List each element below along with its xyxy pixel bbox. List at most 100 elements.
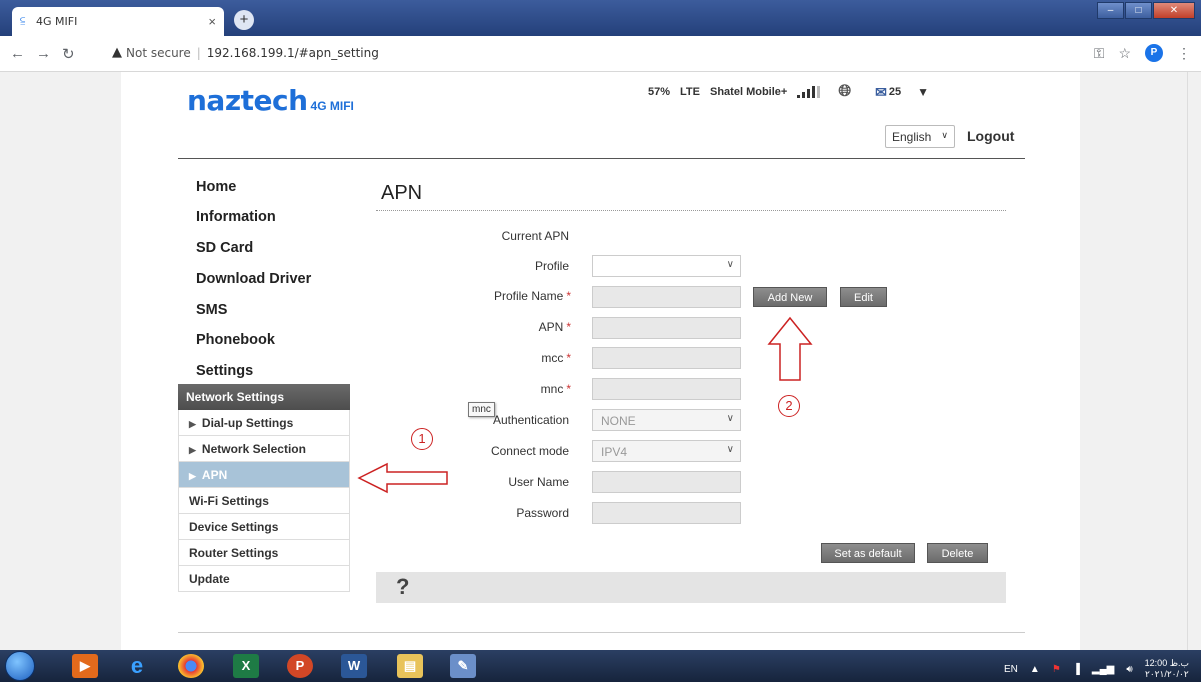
reload-icon[interactable]: ↻ xyxy=(62,45,75,63)
title-divider xyxy=(376,210,1006,211)
add-new-button[interactable]: Add New xyxy=(753,287,827,307)
word-icon[interactable]: W xyxy=(341,654,367,678)
submenu-dialup-settings[interactable]: ▶ Dial-up Settings xyxy=(178,410,350,436)
password-label: Password xyxy=(516,506,569,520)
menu-phonebook[interactable]: Phonebook xyxy=(196,332,275,348)
password-field[interactable] xyxy=(592,502,741,524)
url-field[interactable]: ▲ Not secure | 192.168.199.1/#apn_settin… xyxy=(112,45,379,60)
tray-expand-icon[interactable]: ▲ xyxy=(1030,664,1040,675)
required-mark: * xyxy=(566,289,571,303)
media-player-icon[interactable]: ▶ xyxy=(72,654,98,678)
language-value: English xyxy=(892,130,932,144)
help-icon[interactable]: ? xyxy=(396,574,409,600)
paint-icon[interactable]: ✎ xyxy=(450,654,476,678)
connect-mode-select[interactable]: IPV4 ∨ xyxy=(592,440,741,462)
network-type: LTE xyxy=(680,86,700,98)
battery-level: 57% xyxy=(648,86,671,98)
apn-field[interactable] xyxy=(592,317,741,339)
menu-home[interactable]: Home xyxy=(196,179,236,195)
router-web-page: naztech 4G MIFI 57% LTE Shatel Mobile+ 🌐… xyxy=(121,72,1080,650)
volume-icon[interactable]: 🔊︎ xyxy=(1126,664,1132,675)
submenu-router-settings[interactable]: Router Settings xyxy=(178,540,350,566)
chevron-down-icon: ∨ xyxy=(726,413,734,424)
required-mark: * xyxy=(566,351,571,365)
forward-icon[interactable]: → xyxy=(36,45,51,62)
profile-avatar[interactable]: P xyxy=(1145,44,1163,62)
authentication-value: NONE xyxy=(601,414,636,428)
windows-taskbar: ▶ e X P W ▤ ✎ EN ▲ ⚑ ▐ ▂▄▆ 🔊︎ 12:00 ب.ظ … xyxy=(0,650,1201,682)
naztech-logo: naztech 4G MIFI xyxy=(187,84,354,117)
menu-download-driver[interactable]: Download Driver xyxy=(196,271,311,287)
edit-button[interactable]: Edit xyxy=(840,287,887,307)
url-text: 192.168.199.1/#apn_setting xyxy=(206,45,379,60)
clock[interactable]: 12:00 ب.ظ ۲۰۲۱/۲۰/۰۲ xyxy=(1145,658,1189,680)
menu-sd-card[interactable]: SD Card xyxy=(196,240,253,256)
footer-divider xyxy=(178,632,1025,633)
submenu-wifi-settings[interactable]: Wi-Fi Settings xyxy=(178,488,350,514)
mcc-field[interactable] xyxy=(592,347,741,369)
clock-date: ۲۰۲۱/۲۰/۰۲ xyxy=(1144,669,1189,679)
action-center-flag-icon[interactable]: ⚑ xyxy=(1052,664,1061,675)
url-separator: | xyxy=(196,45,201,60)
status-bar: 57% LTE Shatel Mobile+ 🌐︎ ✉ 25 ▼ xyxy=(648,83,929,101)
submenu-network-settings[interactable]: Network Settings xyxy=(178,384,350,410)
chrome-icon[interactable] xyxy=(178,654,204,678)
page-scrollbar[interactable] xyxy=(1187,72,1201,650)
logo-sub-text: 4G MIFI xyxy=(310,99,354,113)
profile-select[interactable]: ∨ xyxy=(592,255,741,277)
profile-name-field[interactable] xyxy=(592,286,741,308)
excel-icon[interactable]: X xyxy=(233,654,259,678)
internet-explorer-icon[interactable]: e xyxy=(124,654,150,678)
user-name-field[interactable] xyxy=(592,471,741,493)
required-mark: * xyxy=(566,320,571,334)
globe-disconnected-icon: 🌐︎ xyxy=(838,83,852,100)
submenu-apn[interactable]: ▶ APN xyxy=(178,462,350,488)
back-icon[interactable]: ← xyxy=(10,45,25,62)
submenu-label: Dial-up Settings xyxy=(201,416,294,430)
submenu-label: APN xyxy=(201,468,228,482)
connect-mode-label: Connect mode xyxy=(490,444,569,458)
address-bar: ← → ↻ ▲ Not secure | 192.168.199.1/#apn_… xyxy=(0,36,1201,72)
wifi-favicon-icon: ⫅ xyxy=(20,14,26,28)
key-icon[interactable]: ⚿ xyxy=(1094,45,1105,62)
tab-close-icon[interactable]: × xyxy=(208,14,216,29)
set-as-default-button[interactable]: Set as default xyxy=(821,543,915,563)
mnc-label: mnc * xyxy=(411,382,571,396)
browser-tab-bar: ⫅ 4G MIFI × + – □ ✕ xyxy=(0,0,1201,36)
signal-tray-icon[interactable]: ▂▄▆ xyxy=(1092,664,1114,675)
file-explorer-icon[interactable]: ▤ xyxy=(397,654,423,678)
menu-information[interactable]: Information xyxy=(196,209,276,225)
close-window-icon[interactable]: ✕ xyxy=(1153,2,1195,19)
system-tray: EN ▲ ⚑ ▐ ▂▄▆ 🔊︎ 12:00 ب.ظ ۲۰۲۱/۲۰/۰۲ xyxy=(1004,658,1189,680)
annotation-circle-2: 2 xyxy=(778,395,800,417)
language-indicator[interactable]: EN xyxy=(1004,664,1018,675)
network-tray-icon[interactable]: ▐ xyxy=(1073,664,1080,675)
new-tab-button[interactable]: + xyxy=(234,10,254,30)
powerpoint-icon[interactable]: P xyxy=(287,654,313,678)
messages-count: 25 xyxy=(888,86,902,98)
page-title: APN xyxy=(381,182,423,204)
delete-button[interactable]: Delete xyxy=(927,543,988,563)
menu-sms[interactable]: SMS xyxy=(196,302,227,318)
minimize-icon[interactable]: – xyxy=(1097,2,1124,19)
menu-dots-icon[interactable]: ⋮ xyxy=(1177,45,1191,62)
maximize-icon[interactable]: □ xyxy=(1125,2,1152,19)
browser-tab[interactable]: ⫅ 4G MIFI × xyxy=(12,7,224,36)
start-button[interactable] xyxy=(5,651,35,681)
label-text: Profile Name xyxy=(493,289,564,303)
authentication-select[interactable]: NONE ∨ xyxy=(592,409,741,431)
submenu-device-settings[interactable]: Device Settings xyxy=(178,514,350,540)
menu-settings[interactable]: Settings xyxy=(196,363,253,379)
mnc-field[interactable] xyxy=(592,378,741,400)
annotation-arrow-up xyxy=(767,316,813,381)
bookmark-star-icon[interactable]: ☆ xyxy=(1118,45,1131,62)
logout-link[interactable]: Logout xyxy=(967,128,1014,144)
submenu-network-selection[interactable]: ▶ Network Selection xyxy=(178,436,350,462)
annotation-circle-1: 1 xyxy=(411,428,433,450)
mail-icon[interactable]: ✉ xyxy=(875,84,887,101)
language-select[interactable]: English ∨ xyxy=(885,125,955,148)
tab-title: 4G MIFI xyxy=(36,15,78,28)
settings-submenu: Network Settings ▶ Dial-up Settings ▶ Netw… xyxy=(178,384,350,592)
submenu-update[interactable]: Update xyxy=(178,566,350,592)
caret-right-icon: ▶ xyxy=(189,445,196,455)
